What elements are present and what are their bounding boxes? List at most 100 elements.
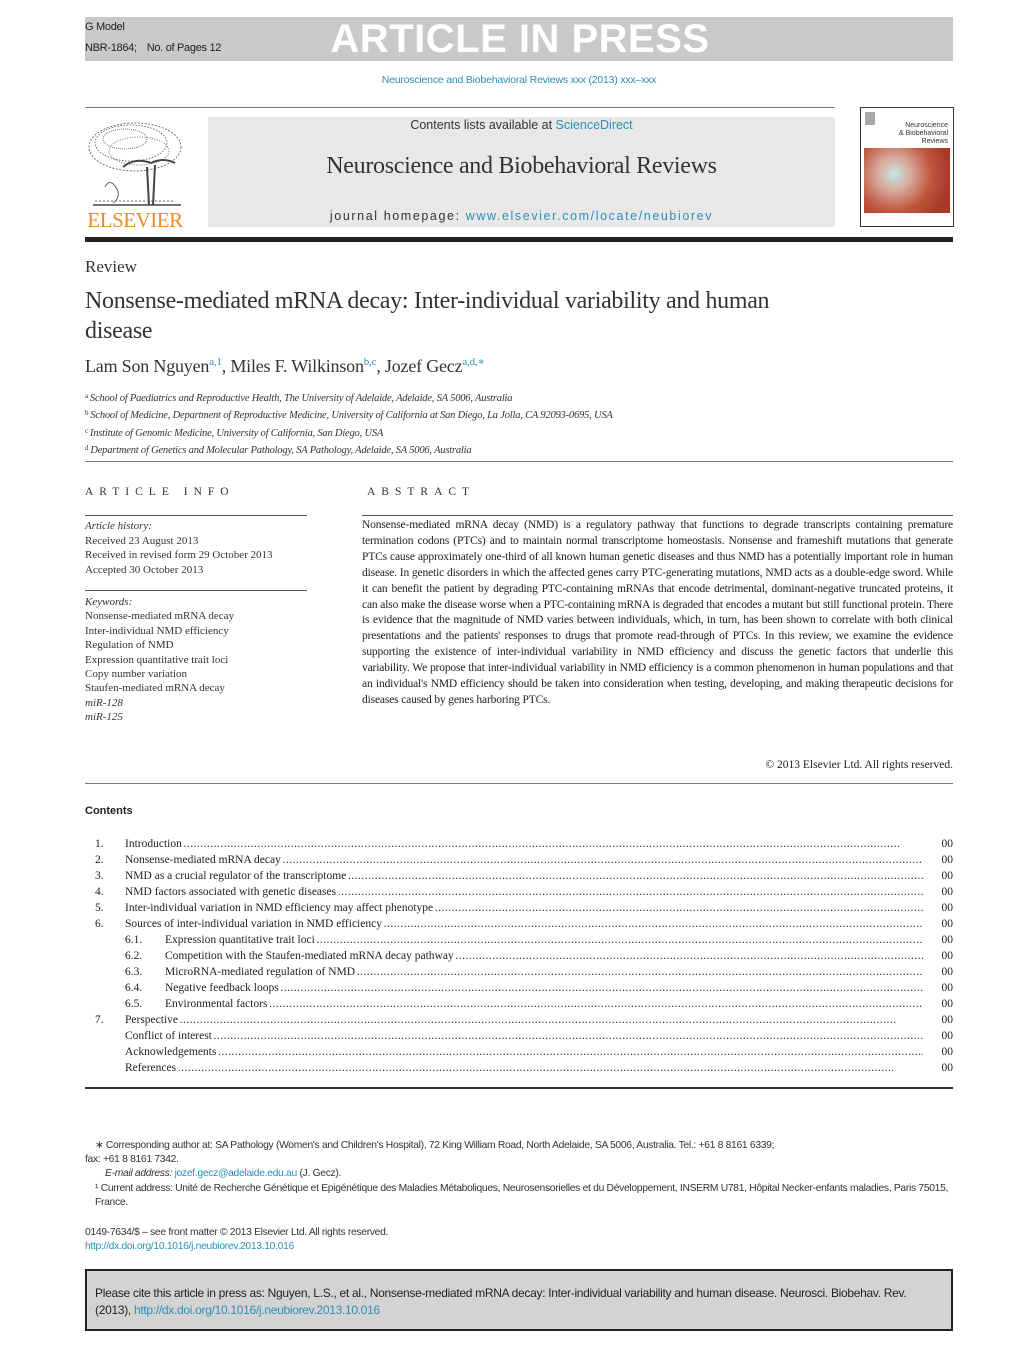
history-item: Accepted 30 October 2013 (85, 563, 204, 576)
history-label: Article history: (85, 520, 152, 532)
affiliation: b School of Medicine, Department of Repro… (85, 406, 613, 423)
toc-entry-page[interactable]: 00 (942, 868, 954, 884)
toc-entry[interactable]: 6.3. MicroRNA-mediated regulation of NMD 0… (85, 964, 953, 980)
toc-entry[interactable]: 6. Sources of inter-individual variation … (85, 916, 953, 932)
page-count: No. of Pages 12 (146, 42, 222, 54)
toc-entry-title[interactable]: Inter-individual variation in NMD effici… (125, 900, 923, 916)
toc-entry[interactable]: 7. Perspective 00 (85, 1012, 953, 1028)
toc-entry[interactable]: 3. NMD as a crucial regulator of the tran… (85, 868, 953, 884)
article-in-press-label: ARTICLE IN PRESS (330, 17, 710, 61)
journal-cover-thumbnail[interactable]: Neuroscience & Biobehavioral Reviews (860, 107, 954, 227)
toc-entry-page[interactable]: 00 (942, 996, 954, 1012)
affiliation-text: Department of Genetics and Molecular Pat… (90, 444, 472, 456)
citation-doi-link[interactable]: http://dx.doi.org/10.1016/j.neubiorev.20… (134, 1303, 380, 1317)
toc-entry[interactable]: 6.1. Expression quantitative trait loci 00 (85, 932, 953, 948)
toc-entry[interactable]: 2. Nonsense-mediated mRNA decay 00 (85, 852, 953, 868)
toc-entry-page[interactable]: 00 (942, 932, 954, 948)
contents-available: Contents lists available at ScienceDirec… (208, 118, 835, 132)
toc-entry-title[interactable]: Competition with the Staufen-mediated mR… (165, 948, 923, 964)
cover-title-line: & Biobehavioral (898, 130, 948, 137)
toc-entry-title[interactable]: NMD factors associated with genetic dise… (125, 884, 923, 900)
running-citation-link[interactable]: Neuroscience and Biobehavioral Reviews x… (85, 74, 953, 86)
abstract-text: Nonsense-mediated mRNA decay (NMD) is a … (362, 519, 953, 706)
toc-entry-page[interactable]: 00 (942, 980, 954, 996)
cover-title: Neuroscience & Biobehavioral Reviews (899, 122, 948, 146)
current-address-note: ¹ Current address: Unité de Recherche Gé… (95, 1182, 949, 1208)
section-divider (85, 461, 953, 462)
toc-entry[interactable]: 6.4. Negative feedback loops 00 (85, 980, 953, 996)
cover-logo-icon (865, 112, 875, 125)
toc-entry-title[interactable]: Environmental factors (165, 996, 923, 1012)
toc-entry[interactable]: Acknowledgements 00 (85, 1044, 953, 1060)
keyword: Copy number variation (85, 668, 188, 681)
toc-entry-title[interactable]: Introduction (125, 836, 923, 852)
abstract-rule (362, 515, 953, 516)
toc-entry-title[interactable]: NMD as a crucial regulator of the transc… (125, 868, 923, 884)
article-info-heading: ARTICLE INFO (85, 486, 235, 498)
toc-entry-title[interactable]: Conflict of interest (125, 1028, 923, 1044)
sciencedirect-link[interactable]: ScienceDirect (556, 118, 633, 132)
corresponding-author-fax: fax: +61 8 8161 7342. (85, 1154, 179, 1166)
author-affiliation-marker[interactable]: a,d,∗ (462, 356, 485, 368)
affiliation-text: School of Medicine, Department of Reprod… (90, 410, 613, 422)
toc-entry-page[interactable]: 00 (942, 1044, 954, 1060)
keywords: Keywords: Nonsense-mediated mRNA decay I… (85, 595, 234, 725)
toc-entry-title[interactable]: Sources of inter-individual variation in… (125, 916, 923, 932)
g-model-label: G Model (85, 21, 125, 33)
toc-entry[interactable]: 4. NMD factors associated with genetic di… (85, 884, 953, 900)
toc-entry-title[interactable]: Acknowledgements (125, 1044, 923, 1060)
toc-entry-page[interactable]: 00 (942, 900, 954, 916)
toc-entry-page[interactable]: 00 (942, 1012, 954, 1028)
author-affiliation-marker[interactable]: b,c (364, 356, 377, 368)
toc-entry[interactable]: 6.2. Competition with the Staufen-mediate… (85, 948, 953, 964)
toc-entry-title[interactable]: References (125, 1060, 923, 1076)
affiliation-key: d (85, 443, 89, 452)
manuscript-id: NBR-1864; (85, 42, 137, 54)
author-name[interactable]: Miles F. Wilkinson (230, 356, 364, 376)
doi-link[interactable]: http://dx.doi.org/10.1016/j.neubiorev.20… (85, 1241, 294, 1252)
affiliation: d Department of Genetics and Molecular Pa… (85, 441, 613, 458)
toc-entry-number: 6.5. (125, 998, 143, 1010)
author-name[interactable]: Jozef Gecz (385, 356, 463, 376)
toc-entry-title[interactable]: Nonsense-mediated mRNA decay (125, 852, 923, 868)
toc-entry-title[interactable]: Expression quantitative trait loci (165, 932, 923, 948)
toc-entry-number: 3. (95, 870, 104, 882)
email-note: E-mail address: jozef.gecz@adelaide.edu.… (85, 1167, 953, 1181)
elsevier-logo[interactable]: ELSEVIER (85, 117, 185, 232)
toc-entry-page[interactable]: 00 (942, 916, 954, 932)
elsevier-wordmark: ELSEVIER (87, 208, 183, 232)
footnotes: ∗ Corresponding author at: SA Pathology … (85, 1139, 953, 1210)
toc-entry-title[interactable]: MicroRNA-mediated regulation of NMD (165, 964, 923, 980)
toc-entry[interactable]: 1. Introduction 00 (85, 836, 953, 852)
toc-entry[interactable]: 6.5. Environmental factors 00 (85, 996, 953, 1012)
affiliation-text: Institute of Genomic Medicine, Universit… (89, 427, 384, 439)
toc-entry-page[interactable]: 00 (942, 1028, 954, 1044)
homepage-link[interactable]: www.elsevier.com/locate/neubiorev (466, 209, 713, 223)
toc-entry-title[interactable]: Perspective (125, 1012, 923, 1028)
toc-entry-title[interactable]: Negative feedback loops (165, 980, 923, 996)
toc-entry-number: 5. (95, 902, 104, 914)
toc-entry[interactable]: 5. Inter-individual variation in NMD effi… (85, 900, 953, 916)
toc-entry-page[interactable]: 00 (942, 1060, 954, 1076)
masthead-box: Contents lists available at ScienceDirec… (208, 117, 835, 227)
toc-entry-page[interactable]: 00 (942, 836, 954, 852)
abstract-heading: ABSTRACT (367, 486, 476, 498)
masthead-top-rule (85, 107, 835, 108)
toc-entry[interactable]: Conflict of interest 00 (85, 1028, 953, 1044)
toc-entry-page[interactable]: 00 (942, 884, 954, 900)
author-affiliation-marker[interactable]: a,1 (209, 356, 222, 368)
toc-entry-page[interactable]: 00 (942, 964, 954, 980)
toc-entry[interactable]: References 00 (85, 1060, 953, 1076)
email-suffix: (J. Gecz). (296, 1168, 342, 1180)
affiliation-key: c (85, 426, 88, 435)
affiliation-text: School of Paediatrics and Reproductive H… (89, 393, 513, 404)
toc-entry-number: 6.3. (125, 966, 143, 978)
toc-entry-page[interactable]: 00 (942, 852, 954, 868)
cover-title-line: Reviews (921, 138, 948, 145)
toc-entry-page[interactable]: 00 (942, 948, 954, 964)
email-link[interactable]: jozef.gecz@adelaide.edu.au (175, 1168, 298, 1179)
affiliation-key: b (85, 409, 89, 418)
author-list: Lam Son Nguyena,1, Miles F. Wilkinsonb,c… (85, 356, 485, 376)
manuscript-info: NBR-1864; No. of Pages 12 (85, 42, 221, 54)
author-name[interactable]: Lam Son Nguyen (85, 356, 209, 376)
